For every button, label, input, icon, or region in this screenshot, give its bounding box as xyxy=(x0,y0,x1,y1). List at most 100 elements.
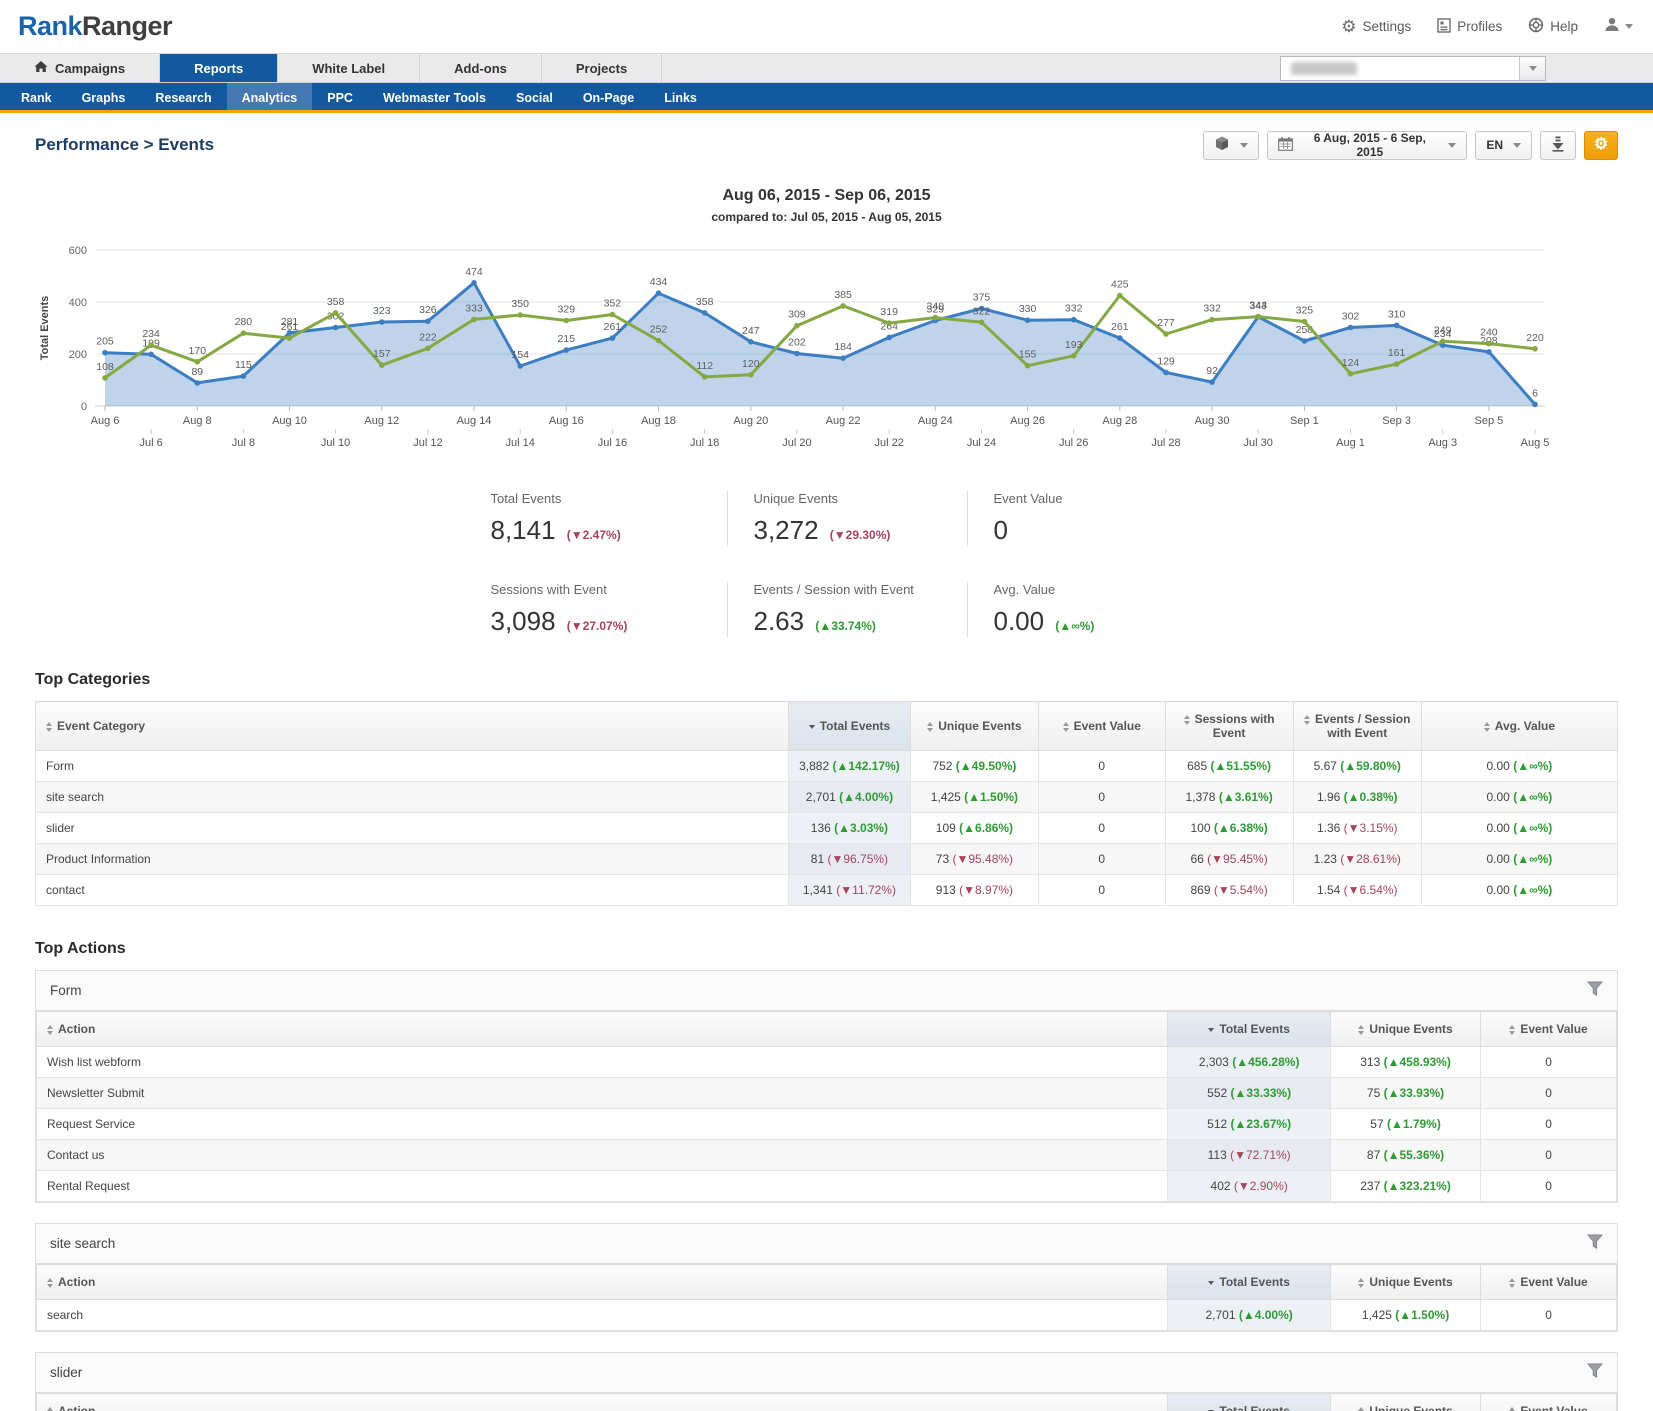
filter-icon[interactable] xyxy=(1587,1234,1603,1254)
svg-text:319: 319 xyxy=(880,306,898,318)
delta: (▲49.50%) xyxy=(956,759,1017,773)
download-button[interactable] xyxy=(1540,131,1576,160)
svg-text:Aug 1: Aug 1 xyxy=(1336,437,1365,449)
delta: (▲∞%) xyxy=(1513,883,1552,897)
report-settings-button[interactable]: ⚙ xyxy=(1584,131,1618,160)
user-menu[interactable] xyxy=(1604,17,1633,37)
subnav-on-page[interactable]: On-Page xyxy=(568,83,649,110)
integrations-button[interactable] xyxy=(1203,131,1259,160)
svg-text:120: 120 xyxy=(742,358,760,370)
column-header[interactable]: Total Events xyxy=(1168,1012,1331,1047)
delta: (▲4.00%) xyxy=(839,790,893,804)
column-header[interactable]: Action xyxy=(37,1012,1168,1047)
svg-text:261: 261 xyxy=(1111,321,1129,333)
svg-text:240: 240 xyxy=(1480,327,1498,339)
svg-text:434: 434 xyxy=(650,276,668,288)
tab-label: Reports xyxy=(194,61,243,76)
subnav-graphs[interactable]: Graphs xyxy=(67,83,141,110)
events-chart: 0200400600Total Events205199891152813023… xyxy=(35,236,1618,457)
subnav-research[interactable]: Research xyxy=(140,83,226,110)
table-row: Rental Request402 (▼2.90%)237 (▲323.21%)… xyxy=(37,1171,1617,1202)
svg-text:Jul 12: Jul 12 xyxy=(413,437,442,449)
filter-icon[interactable] xyxy=(1587,981,1603,1001)
chart-block: Aug 06, 2015 - Sep 06, 2015 compared to:… xyxy=(35,187,1618,457)
svg-text:Aug 20: Aug 20 xyxy=(733,415,768,427)
row-value: 752 (▲49.50%) xyxy=(910,751,1038,782)
subnav-analytics[interactable]: Analytics xyxy=(227,83,313,110)
date-range-value: 6 Aug, 2015 - 6 Sep, 2015 xyxy=(1301,131,1438,159)
summary-card-value: 8,141 (▼2.47%) xyxy=(491,515,727,546)
tab-add-ons[interactable]: Add-ons xyxy=(420,54,542,82)
summary-card-value: 2.63 (▲33.74%) xyxy=(754,606,967,637)
logo[interactable]: RankRanger xyxy=(18,11,172,42)
table-row: Form3,882 (▲142.17%)752 (▲49.50%)0685 (▲… xyxy=(36,751,1618,782)
svg-text:330: 330 xyxy=(1019,303,1037,315)
svg-text:Sep 1: Sep 1 xyxy=(1290,415,1319,427)
tab-campaigns[interactable]: Campaigns xyxy=(0,54,160,82)
summary-card: Event Value0 xyxy=(967,491,1167,546)
date-range-button[interactable]: 6 Aug, 2015 - 6 Sep, 2015 xyxy=(1267,131,1467,160)
column-header[interactable]: Unique Events xyxy=(910,702,1038,751)
campaign-selector-caret[interactable] xyxy=(1519,57,1545,80)
settings-link[interactable]: ⚙ Settings xyxy=(1341,18,1411,35)
column-header[interactable]: Action xyxy=(37,1265,1168,1300)
sort-icon xyxy=(1063,722,1069,732)
column-header[interactable]: Action xyxy=(37,1394,1168,1411)
sort-icon xyxy=(1358,1278,1364,1288)
tab-white-label[interactable]: White Label xyxy=(278,54,420,82)
subnav-rank[interactable]: Rank xyxy=(6,83,67,110)
column-header[interactable]: Event Category xyxy=(36,702,789,751)
help-link[interactable]: Help xyxy=(1528,17,1578,36)
column-header[interactable]: Event Value xyxy=(1038,702,1165,751)
svg-text:302: 302 xyxy=(1342,311,1360,323)
svg-text:Jul 20: Jul 20 xyxy=(782,437,811,449)
column-header[interactable]: Avg. Value xyxy=(1421,702,1617,751)
delta: (▲1.50%) xyxy=(1395,1308,1449,1322)
language-button[interactable]: EN xyxy=(1475,131,1532,160)
delta: (▲4.00%) xyxy=(1239,1308,1293,1322)
delta: (▲0.38%) xyxy=(1344,790,1398,804)
svg-text:170: 170 xyxy=(189,345,207,357)
tab-projects[interactable]: Projects xyxy=(542,54,662,82)
column-header[interactable]: Total Events xyxy=(1168,1265,1331,1300)
sort-icon xyxy=(1509,1407,1515,1411)
main-tabs: Campaigns Reports White Label Add-ons Pr… xyxy=(0,53,1653,83)
column-header[interactable]: Event Value xyxy=(1481,1012,1617,1047)
column-header[interactable]: Total Events xyxy=(1168,1394,1331,1411)
chart-subtitle: compared to: Jul 05, 2015 - Aug 05, 2015 xyxy=(35,210,1618,224)
column-header[interactable]: Events / Session with Event xyxy=(1293,702,1421,751)
campaign-selector[interactable] xyxy=(1280,56,1546,81)
subnav-links[interactable]: Links xyxy=(649,83,712,110)
profiles-link[interactable]: Profiles xyxy=(1437,18,1502,36)
svg-text:323: 323 xyxy=(373,305,391,317)
subnav-webmaster-tools[interactable]: Webmaster Tools xyxy=(368,83,501,110)
svg-text:375: 375 xyxy=(973,292,991,304)
summary-card-delta: (▼29.30%) xyxy=(830,528,891,542)
delta: (▲6.38%) xyxy=(1214,821,1268,835)
subnav-social[interactable]: Social xyxy=(501,83,568,110)
row-value: 1,425 (▲1.50%) xyxy=(1331,1300,1481,1331)
delta: (▼6.54%) xyxy=(1344,883,1398,897)
filter-icon[interactable] xyxy=(1587,1363,1603,1383)
svg-text:234: 234 xyxy=(142,328,160,340)
summary-card-delta: (▼2.47%) xyxy=(567,528,621,542)
svg-text:154: 154 xyxy=(511,349,529,361)
column-header[interactable]: Unique Events xyxy=(1331,1012,1481,1047)
tab-reports[interactable]: Reports xyxy=(160,54,278,82)
column-header[interactable]: Sessions with Event xyxy=(1165,702,1293,751)
row-name: Form xyxy=(36,751,789,782)
column-header[interactable]: Event Value xyxy=(1481,1394,1617,1411)
svg-text:Aug 24: Aug 24 xyxy=(918,415,953,427)
column-header[interactable]: Unique Events xyxy=(1331,1394,1481,1411)
top-categories-heading: Top Categories xyxy=(35,671,1618,689)
row-value: 2,303 (▲456.28%) xyxy=(1168,1047,1331,1078)
caret-down-icon xyxy=(1513,143,1521,148)
delta: (▲142.17%) xyxy=(833,759,900,773)
column-header[interactable]: Unique Events xyxy=(1331,1265,1481,1300)
subnav-ppc[interactable]: PPC xyxy=(312,83,368,110)
sort-icon xyxy=(1358,1407,1364,1411)
svg-text:247: 247 xyxy=(742,325,760,337)
column-header[interactable]: Event Value xyxy=(1481,1265,1617,1300)
column-header[interactable]: Total Events xyxy=(789,702,911,751)
svg-text:350: 350 xyxy=(511,298,529,310)
